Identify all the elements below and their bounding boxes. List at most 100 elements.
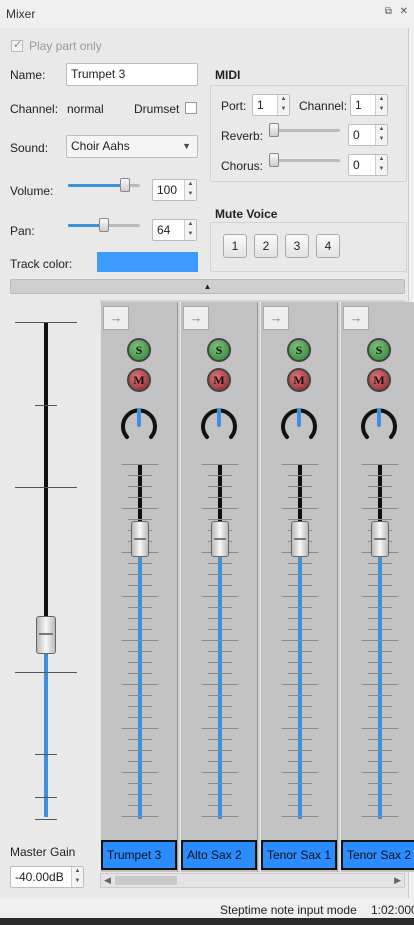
pan-value: 64 [157, 223, 171, 237]
mute-button[interactable]: M [287, 368, 311, 392]
pan-slider-handle[interactable] [99, 218, 109, 232]
chorus-value: 0 [353, 158, 360, 172]
mute-button[interactable]: M [367, 368, 391, 392]
spin-down-icon[interactable]: ▼ [376, 105, 387, 115]
port-spin-arrows[interactable]: ▲ ▼ [277, 95, 289, 115]
fader-tick [362, 816, 398, 817]
fader-tick [288, 574, 312, 575]
restore-icon[interactable]: ⧉ [385, 6, 392, 17]
scroll-right-icon[interactable]: ▶ [394, 874, 401, 887]
volume-spinbox[interactable]: 100 ▲ ▼ [152, 179, 197, 201]
pan-knob[interactable] [120, 406, 158, 444]
bottom-edge [0, 918, 414, 925]
fader-tick [208, 519, 232, 520]
volume-fader-handle[interactable] [211, 521, 229, 557]
pan-knob[interactable] [200, 406, 238, 444]
spin-down-icon[interactable]: ▼ [185, 190, 196, 200]
fader-tick [128, 563, 152, 564]
reverb-slider-handle[interactable] [269, 123, 279, 137]
expand-strip-button[interactable]: → [343, 306, 369, 330]
fader-tick [288, 585, 312, 586]
play-part-only-label: Play part only [29, 39, 102, 53]
fader-tick [368, 695, 392, 696]
pan-spin-arrows[interactable]: ▲ ▼ [184, 220, 196, 240]
reverb-spinbox[interactable]: 0 ▲ ▼ [348, 124, 388, 146]
fader-tick [368, 783, 392, 784]
volume-fader-handle[interactable] [371, 521, 389, 557]
chorus-spinbox[interactable]: 0 ▲ ▼ [348, 154, 388, 176]
solo-button[interactable]: S [207, 338, 231, 362]
fader-tick [288, 794, 312, 795]
solo-button[interactable]: S [127, 338, 151, 362]
port-spinbox[interactable]: 1 ▲ ▼ [252, 94, 290, 116]
pan-knob[interactable] [360, 406, 398, 444]
mute-button[interactable]: M [207, 368, 231, 392]
drumset-checkbox[interactable] [185, 102, 197, 114]
fader-tick [202, 596, 238, 597]
chorus-slider-track[interactable] [270, 159, 340, 162]
spin-down-icon[interactable]: ▼ [376, 135, 387, 145]
fader-tick [368, 794, 392, 795]
expand-strip-button[interactable]: → [263, 306, 289, 330]
status-bar: Steptime note input mode 1:02:000 [0, 898, 414, 918]
mute-voice-2-button[interactable]: 2 [254, 234, 278, 258]
expand-strip-button[interactable]: → [103, 306, 129, 330]
close-icon[interactable]: ✕ [400, 6, 408, 17]
channel-label: Channel: [10, 102, 59, 116]
master-fader-handle[interactable] [36, 616, 56, 654]
fader-tick [288, 662, 312, 663]
fader-tick [128, 574, 152, 575]
fader-tick [208, 805, 232, 806]
solo-button[interactable]: S [367, 338, 391, 362]
master-gain-spin-arrows[interactable]: ▲ ▼ [71, 867, 83, 887]
mute-voice-1-button[interactable]: 1 [223, 234, 247, 258]
expand-strip-button[interactable]: → [183, 306, 209, 330]
play-part-only-checkbox[interactable]: ✓ [11, 39, 23, 52]
spin-down-icon[interactable]: ▼ [185, 230, 196, 240]
fader-tick [208, 574, 232, 575]
scroll-left-icon[interactable]: ◀ [104, 874, 111, 887]
spin-up-icon[interactable]: ▲ [376, 155, 387, 165]
volume-slider-handle[interactable] [120, 178, 130, 192]
master-gain-label: Master Gain [10, 845, 76, 859]
midi-channel-spinbox[interactable]: 1 ▲ ▼ [350, 94, 388, 116]
volume-slider-fill [68, 184, 125, 187]
spin-up-icon[interactable]: ▲ [72, 867, 83, 877]
chorus-spin-arrows[interactable]: ▲ ▼ [375, 155, 387, 175]
spin-up-icon[interactable]: ▲ [376, 125, 387, 135]
mute-voice-3-button[interactable]: 3 [285, 234, 309, 258]
fader-tick [202, 772, 238, 773]
volume-fader-handle[interactable] [291, 521, 309, 557]
track-color-swatch[interactable] [97, 252, 198, 272]
spin-down-icon[interactable]: ▼ [278, 105, 289, 115]
midi-channel-spin-arrows[interactable]: ▲ ▼ [375, 95, 387, 115]
scrollbar-thumb[interactable] [115, 876, 177, 885]
mute-button[interactable]: M [127, 368, 151, 392]
spin-up-icon[interactable]: ▲ [376, 95, 387, 105]
solo-button[interactable]: S [287, 338, 311, 362]
spin-up-icon[interactable]: ▲ [185, 220, 196, 230]
volume-spin-arrows[interactable]: ▲ ▼ [184, 180, 196, 200]
channel-strip: → S M [340, 302, 414, 872]
spin-down-icon[interactable]: ▼ [376, 165, 387, 175]
volume-fader-handle[interactable] [131, 521, 149, 557]
spin-up-icon[interactable]: ▲ [185, 180, 196, 190]
pan-knob[interactable] [280, 406, 318, 444]
master-gain-fader[interactable] [10, 300, 86, 820]
strips-scrollbar[interactable]: ◀ ▶ [100, 873, 405, 888]
collapse-details-button[interactable]: ▲ [10, 279, 405, 294]
master-gain-spinbox[interactable]: -40.00dB ▲ ▼ [10, 866, 84, 888]
sound-select[interactable]: Choir Aahs ▼ [66, 135, 198, 158]
spin-up-icon[interactable]: ▲ [278, 95, 289, 105]
fader-tick [288, 805, 312, 806]
strip-name-label: Tenor Sax 1 [261, 840, 337, 870]
name-field[interactable]: Trumpet 3 [66, 63, 198, 86]
reverb-slider-track[interactable] [270, 129, 340, 132]
spin-down-icon[interactable]: ▼ [72, 877, 83, 887]
reverb-spin-arrows[interactable]: ▲ ▼ [375, 125, 387, 145]
fader-tick [368, 585, 392, 586]
pan-spinbox[interactable]: 64 ▲ ▼ [152, 219, 197, 241]
fader-tick [282, 596, 318, 597]
mute-voice-4-button[interactable]: 4 [316, 234, 340, 258]
chorus-slider-handle[interactable] [269, 153, 279, 167]
